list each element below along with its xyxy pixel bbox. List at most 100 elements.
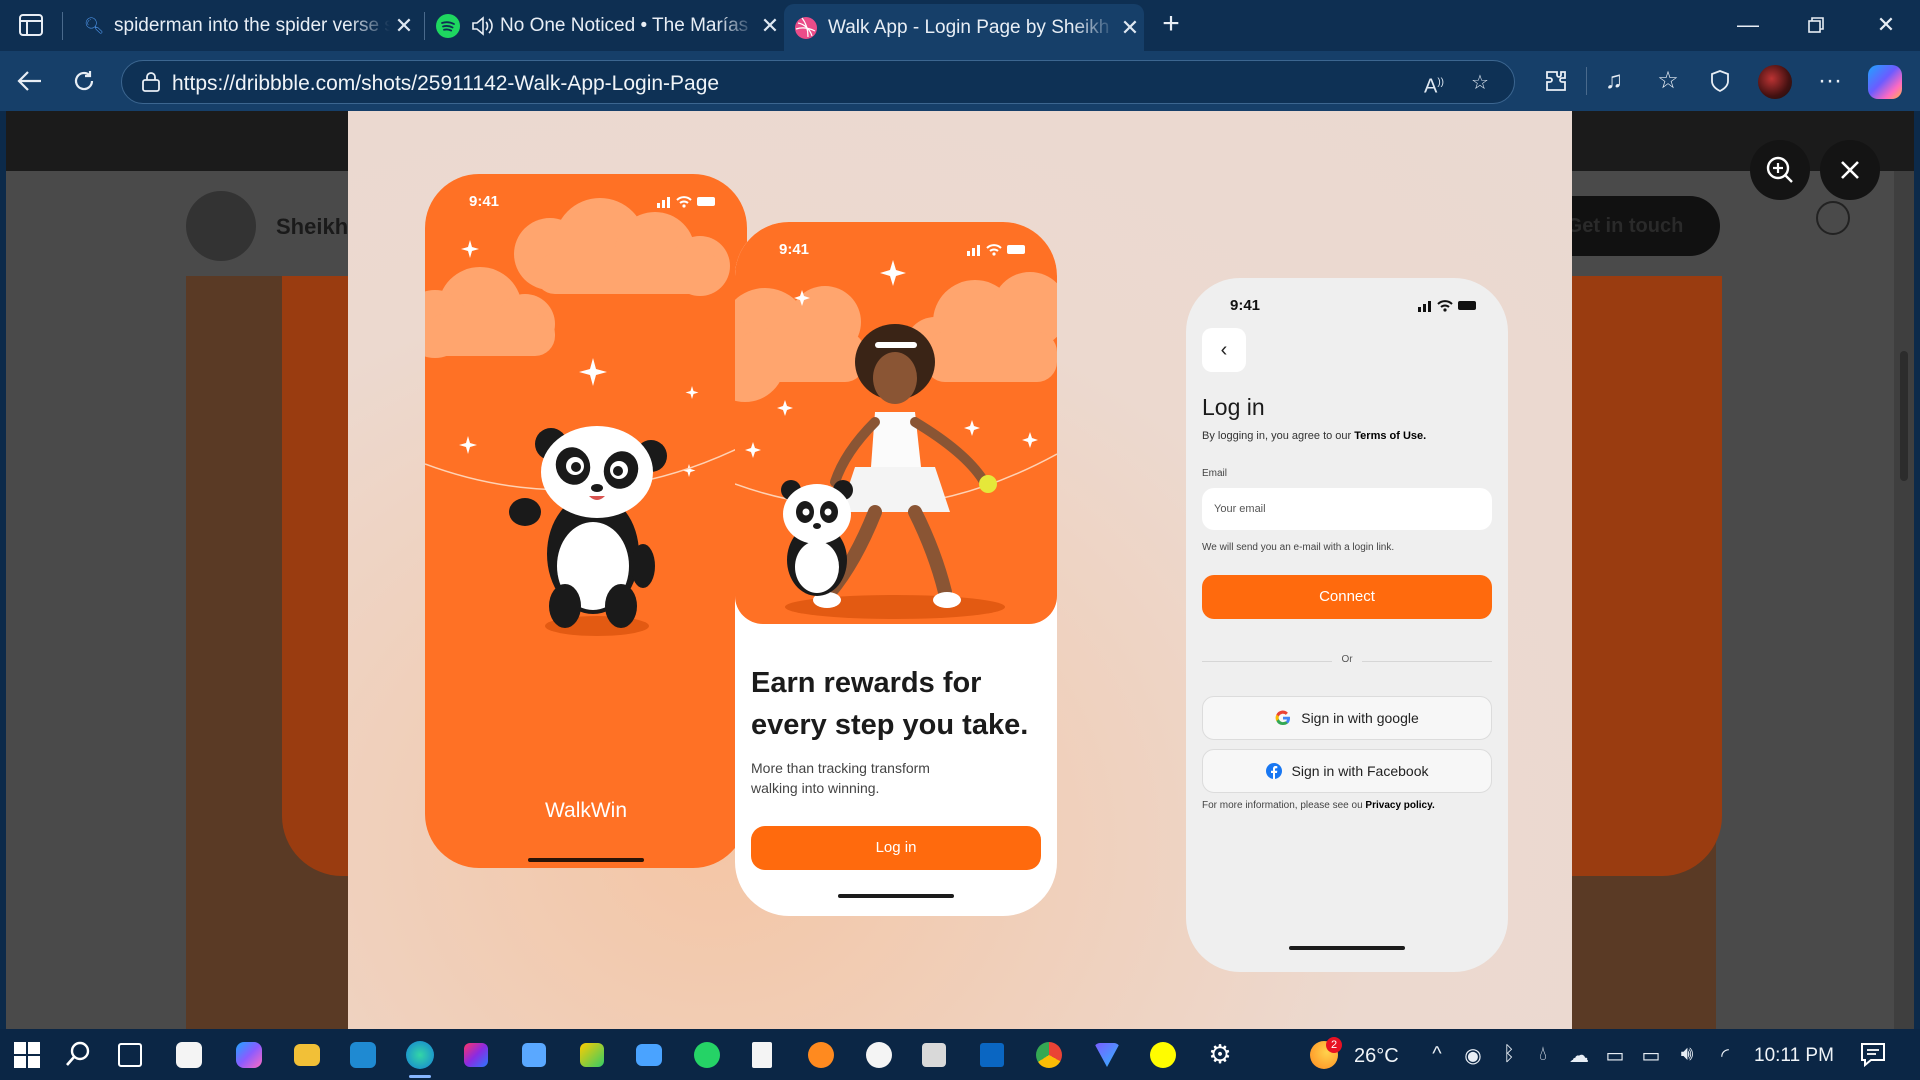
volume-icon[interactable]: 🔊︎ (1674, 1043, 1700, 1066)
onboarding-hero-illustration (735, 222, 1057, 624)
tab-title: Walk App - Login Page by Sheikh (828, 16, 1110, 38)
clouds-panda-illustration (425, 198, 747, 636)
favorites-icon[interactable]: ☆ (1650, 63, 1686, 99)
wifi-icon[interactable]: ◜ (1712, 1043, 1738, 1068)
edge-icon[interactable] (406, 1041, 434, 1069)
app-tools-icon[interactable] (580, 1043, 604, 1067)
meet-now-icon[interactable]: ▭ (1602, 1043, 1628, 1068)
tab-dribbble[interactable]: Walk App - Login Page by Sheikh ✕ (784, 4, 1144, 51)
onboarding-headline: Earn rewards for every step you take. (751, 667, 1029, 741)
connect-button: Connect (1202, 575, 1492, 619)
favorite-star-icon[interactable]: ☆ (1466, 69, 1494, 97)
app-orange-icon[interactable] (808, 1042, 834, 1068)
dribbble-icon (784, 16, 828, 40)
status-time: 9:41 (779, 241, 810, 258)
speaker-icon[interactable] (464, 15, 500, 37)
more-options-icon[interactable]: ··· (1812, 63, 1848, 99)
jetbrains-icon[interactable] (464, 1043, 488, 1067)
shot-image: 9:41 WalkWin 9:41 Earn rewards for every… (348, 111, 1572, 1029)
status-time: 9:41 (1230, 297, 1261, 314)
phone-login-screen: 9:41 ‹ Log in By logging in, you agree t… (1186, 278, 1508, 972)
notification-center-icon[interactable] (1860, 1041, 1886, 1068)
onedrive-cloud-icon[interactable]: ☁ (1566, 1043, 1592, 1068)
start-windows-icon[interactable] (14, 1042, 40, 1068)
signal-wifi-battery-icon (967, 244, 1025, 256)
zoom-in-button[interactable] (1750, 140, 1810, 200)
notepad-icon[interactable] (752, 1042, 772, 1068)
system-clock[interactable]: 10:11 PM (1754, 1045, 1834, 1067)
app-notion-icon[interactable] (922, 1043, 946, 1067)
minimize-button[interactable]: — (1728, 8, 1768, 42)
tab-separator (62, 12, 63, 40)
browser-tab-bar: 🔍︎ spiderman into the spider verse s ✕ N… (0, 0, 1920, 51)
refresh-icon[interactable] (66, 63, 102, 99)
weather-badge: 2 (1326, 1037, 1342, 1053)
status-bar: 9:41 (735, 222, 1057, 262)
microsoft-store-icon[interactable] (176, 1042, 202, 1068)
close-lightbox-button[interactable] (1820, 140, 1880, 200)
show-hidden-icons-chevron-icon[interactable]: ^ (1424, 1043, 1450, 1066)
app-cube-icon[interactable] (522, 1043, 546, 1067)
app-cloud-icon[interactable] (636, 1044, 662, 1066)
terms-notice: By logging in, you agree to our Terms of… (1202, 430, 1426, 442)
email-field: Your email (1202, 488, 1492, 530)
linkedin-icon[interactable] (980, 1043, 1004, 1067)
copilot-app-icon[interactable] (236, 1042, 262, 1068)
copilot-icon[interactable] (1868, 65, 1902, 99)
tab-title: spiderman into the spider verse s (114, 15, 390, 36)
search-icon: 🔍︎ (83, 18, 105, 35)
restore-button[interactable] (1796, 8, 1836, 42)
google-signin-label: Sign in with google (1301, 710, 1419, 726)
battery-icon[interactable]: ▭ (1638, 1043, 1664, 1068)
record-icon[interactable]: ◉ (1460, 1043, 1486, 1068)
scrollbar[interactable] (1894, 171, 1914, 1029)
task-view-icon[interactable] (118, 1043, 142, 1067)
url-bar[interactable]: https://dribbble.com/shots/25911142-Walk… (121, 60, 1515, 104)
tab-separator (424, 12, 425, 40)
snapchat-icon[interactable] (1150, 1042, 1176, 1068)
vscode-icon[interactable] (350, 1042, 376, 1068)
author-avatar[interactable] (186, 191, 256, 261)
url-text[interactable]: https://dribbble.com/shots/25911142-Walk… (172, 72, 719, 96)
close-icon[interactable]: ✕ (390, 13, 418, 39)
app-vee-icon[interactable] (1094, 1043, 1120, 1067)
read-aloud-icon[interactable]: A)) (1420, 69, 1448, 98)
privacy-link: Privacy policy. (1365, 800, 1435, 811)
media-control-icon[interactable]: ♫ (1596, 63, 1632, 99)
weather-temperature[interactable]: 26°C (1354, 1045, 1399, 1068)
bluetooth-icon[interactable]: ᛒ (1496, 1043, 1522, 1066)
signal-wifi-battery-icon (1418, 300, 1476, 312)
close-icon[interactable]: ✕ (756, 13, 784, 39)
profile-avatar[interactable] (1758, 65, 1792, 99)
tab-spotify[interactable]: No One Noticed • The Marías ✕ (432, 6, 784, 46)
scrollbar-thumb[interactable] (1900, 351, 1908, 481)
back-arrow-icon[interactable] (12, 63, 48, 99)
extensions-icon[interactable] (1538, 63, 1574, 99)
new-tab-button[interactable]: + (1156, 8, 1186, 42)
settings-gear-icon[interactable]: ⚙ (1206, 1041, 1234, 1069)
app-brand-name: WalkWin (544, 799, 628, 822)
author-name[interactable]: Sheikh (276, 214, 348, 240)
chrome-icon[interactable] (1036, 1042, 1062, 1068)
status-bar: 9:41 (1186, 278, 1508, 318)
window-close-button[interactable]: ✕ (1866, 8, 1906, 42)
close-icon[interactable]: ✕ (1116, 15, 1144, 41)
whatsapp-icon[interactable] (694, 1042, 720, 1068)
sidebar-toggle-icon[interactable] (18, 12, 44, 38)
login-button: Log in (751, 826, 1041, 870)
droplet-icon[interactable]: 💧︎ (1530, 1043, 1556, 1066)
info-icon[interactable] (1816, 201, 1850, 235)
file-explorer-icon[interactable] (294, 1044, 320, 1066)
privacy-notice: For more information, please see ou Priv… (1202, 800, 1435, 811)
facebook-icon (1265, 763, 1282, 779)
login-title: Log in (1202, 394, 1265, 420)
search-icon[interactable] (64, 1040, 92, 1068)
tab-spiderman[interactable]: 🔍︎ spiderman into the spider verse s ✕ (74, 6, 418, 46)
terms-link: Terms of Use. (1354, 430, 1427, 442)
email-hint: We will send you an e-mail with a login … (1202, 542, 1395, 553)
app-leaf-icon[interactable] (866, 1042, 892, 1068)
tennis-player-panda-illustration (735, 260, 1057, 619)
browser-essentials-icon[interactable] (1702, 63, 1738, 99)
site-info-icon[interactable] (140, 71, 162, 93)
home-indicator (838, 894, 954, 898)
